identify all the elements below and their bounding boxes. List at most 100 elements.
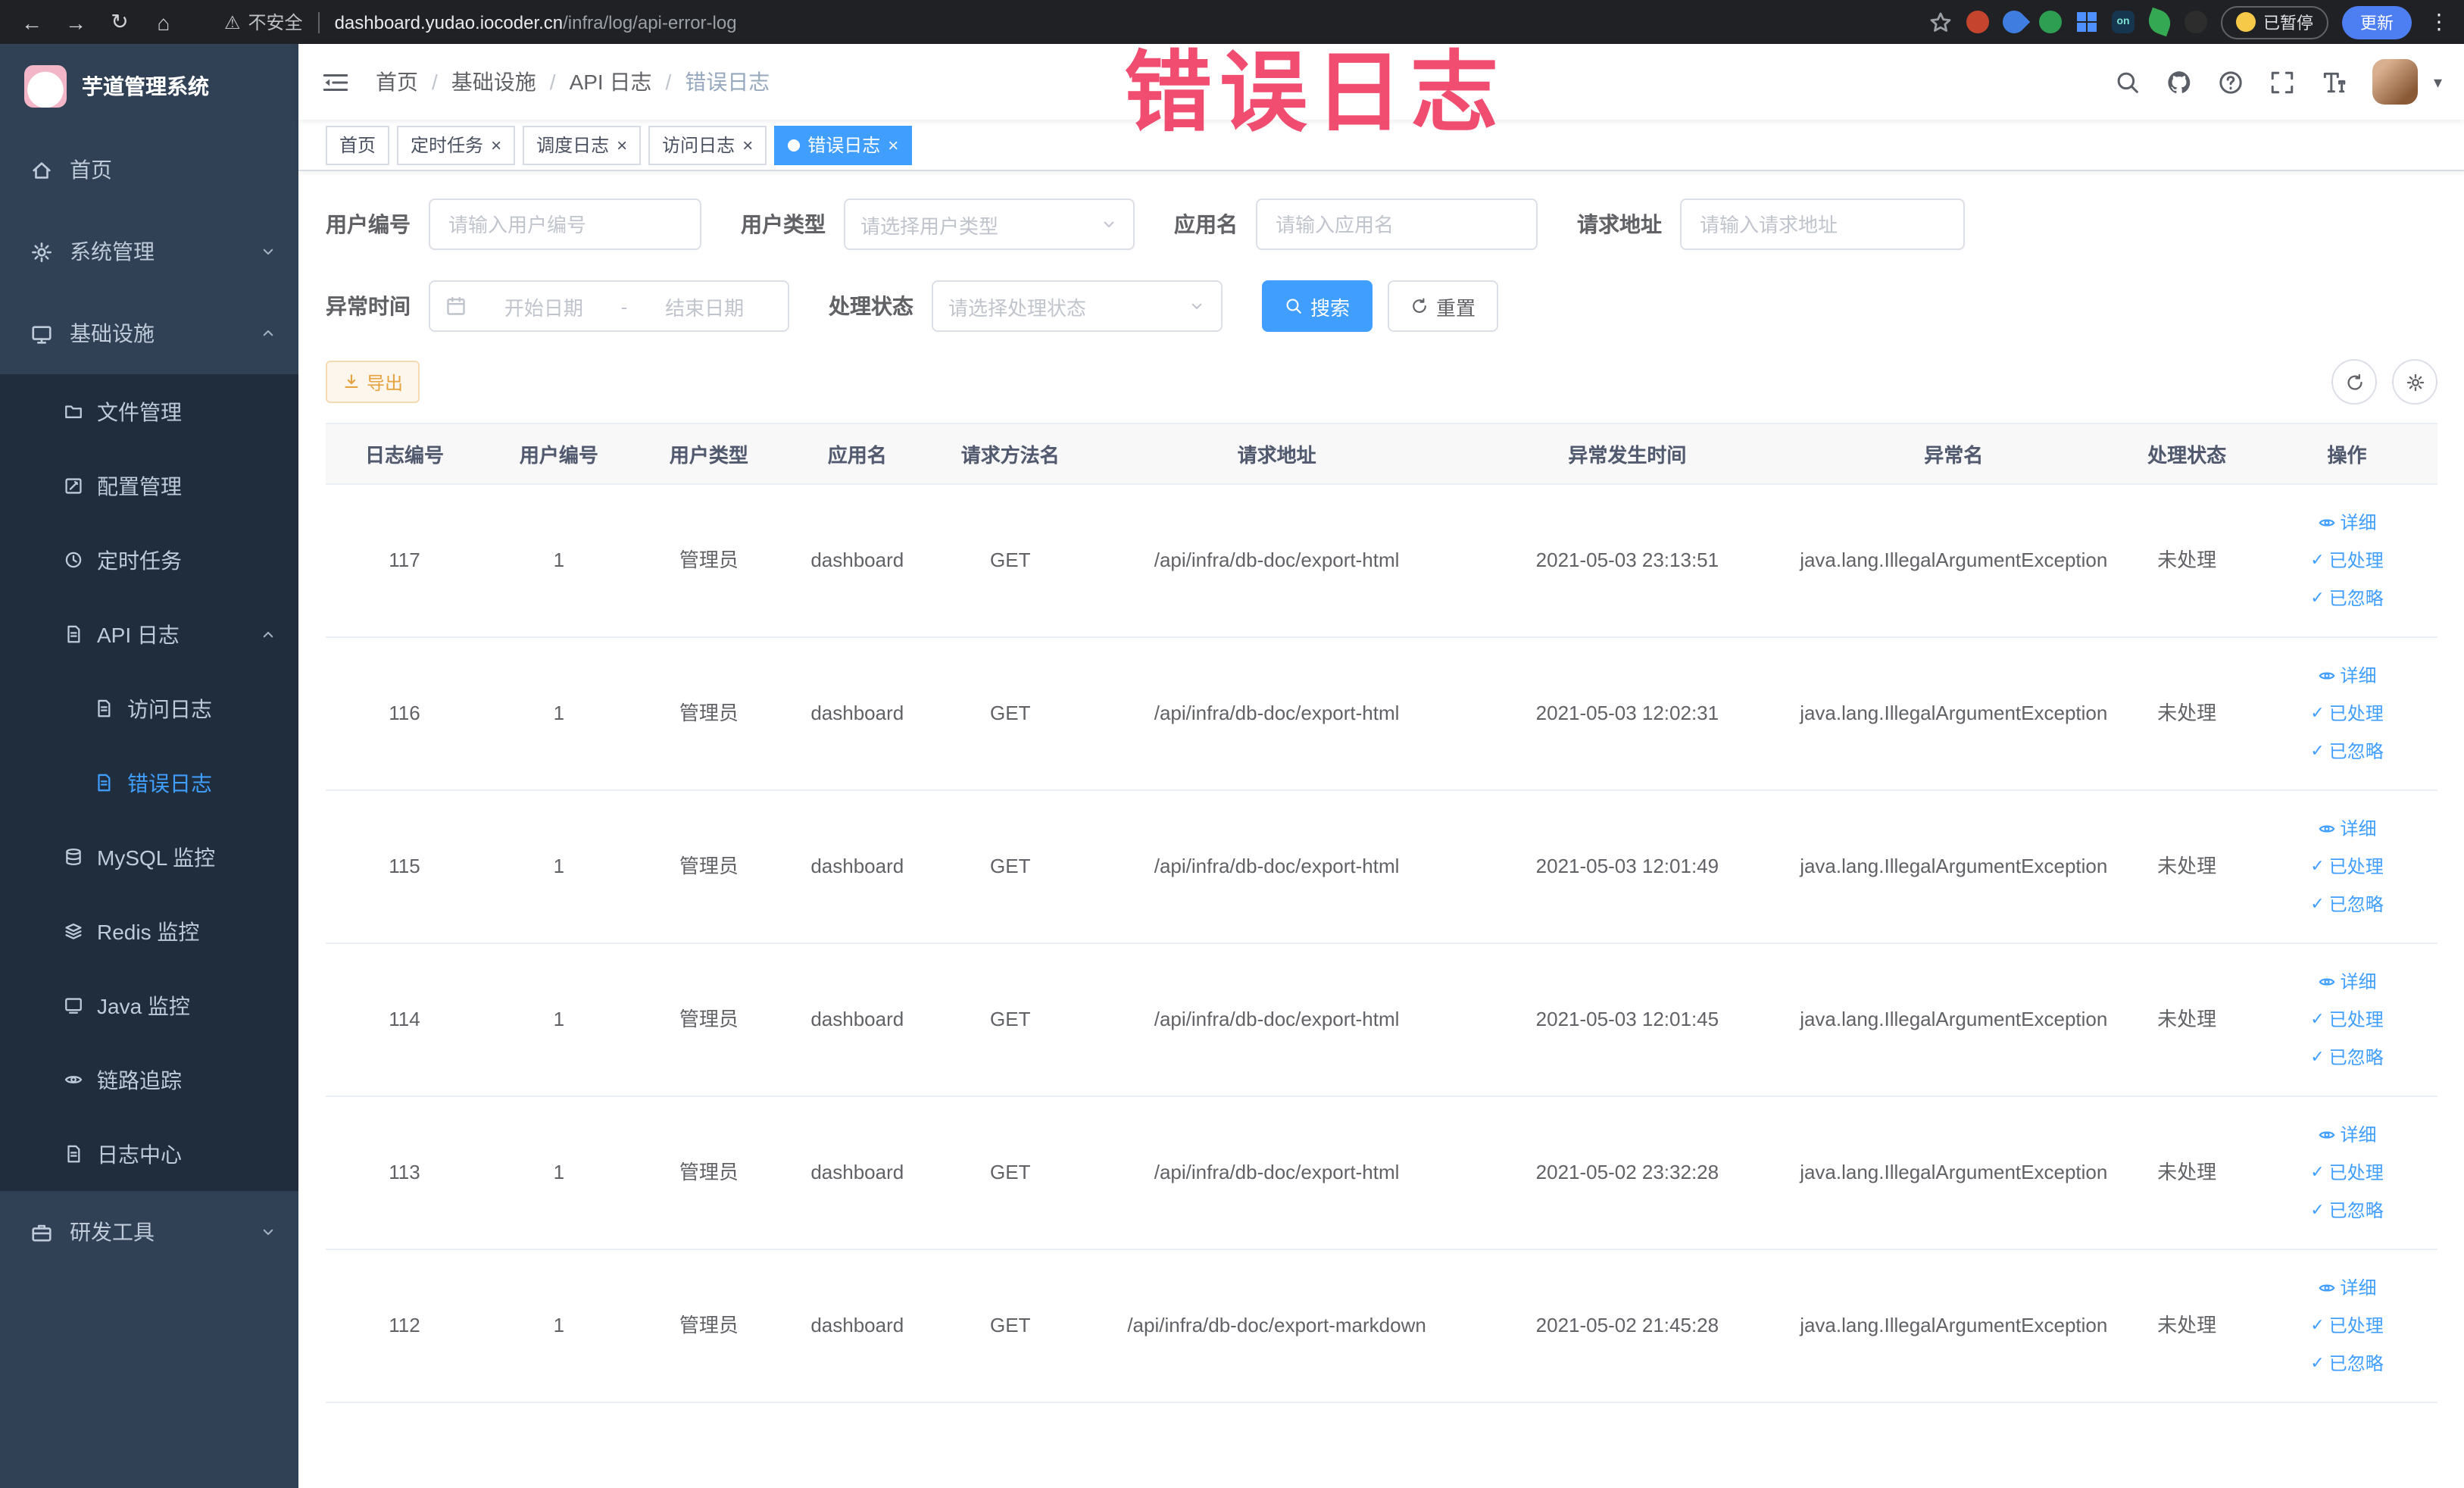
search-button[interactable]: 搜索 [1262,280,1373,332]
infra-submenu: 文件管理 配置管理 定时任务 API 日志 访问日志 错误日志 MySQL 监控… [0,374,298,1191]
column-settings-button[interactable] [2392,359,2437,405]
browser-refresh-icon[interactable]: ↻ [103,5,136,39]
reset-button[interactable]: 重置 [1388,280,1499,332]
tag-home[interactable]: 首页 [326,125,390,164]
action-ignored[interactable]: ✓ 已忽略 [2310,580,2383,617]
sidebar-item-file[interactable]: 文件管理 [0,374,298,449]
close-icon[interactable]: × [617,134,627,155]
export-button[interactable]: 导出 [326,361,420,403]
action-detail[interactable]: 详细 [2317,505,2377,541]
action-ignored[interactable]: ✓ 已忽略 [2310,886,2383,923]
address-bar[interactable]: dashboard.yudao.iocoder.cn /infra/log/ap… [335,11,737,33]
action-processed[interactable]: ✓ 已处理 [2310,542,2383,579]
paused-badge[interactable]: 已暂停 [2221,5,2328,39]
action-processed[interactable]: ✓ 已处理 [2310,1002,2383,1038]
request-url-input[interactable] [1680,199,1965,250]
filter-row-2: 异常时间 开始日期 - 结束日期 处理状态 请选择处理状态 搜索 重置 [326,280,2437,332]
sidebar-item-dev-tools[interactable]: 研发工具 [0,1191,298,1273]
user-avatar[interactable] [2372,59,2419,105]
action-processed[interactable]: ✓ 已处理 [2310,696,2383,732]
site-security[interactable]: ⚠ 不安全 [224,9,303,35]
cell-url: /api/infra/db-doc/export-html [1154,1008,1400,1031]
caret-down-icon[interactable]: ▾ [2434,72,2442,92]
user-type-select[interactable]: 请选择用户类型 [844,199,1135,250]
breadcrumb-separator: / [665,70,672,94]
tag-error-log[interactable]: 错误日志 × [774,125,913,164]
tag-job-log[interactable]: 调度日志 × [523,125,642,164]
sidebar-item-config[interactable]: 配置管理 [0,449,298,523]
tag-job[interactable]: 定时任务 × [397,125,516,164]
cell-method: GET [990,1314,1031,1337]
sidebar-item-home[interactable]: 首页 [0,129,298,211]
close-icon[interactable]: × [491,134,501,155]
sidebar-item-trace[interactable]: 链路追踪 [0,1043,298,1117]
action-detail[interactable]: 详细 [2317,811,2377,847]
process-status-select[interactable]: 请选择处理状态 [932,280,1223,332]
extension-red-icon[interactable] [1966,11,1989,33]
action-ignored[interactable]: ✓ 已忽略 [2310,733,2383,770]
sidebar-item-job[interactable]: 定时任务 [0,523,298,597]
sidebar-item-redis[interactable]: Redis 监控 [0,894,298,968]
tag-access-log[interactable]: 访问日志 × [648,125,767,164]
close-icon[interactable]: × [742,134,753,155]
filter-exception-time: 异常时间 开始日期 - 结束日期 [326,280,789,332]
close-icon[interactable]: × [888,134,898,155]
extension-green-icon[interactable] [2039,11,2062,33]
action-ignored[interactable]: ✓ 已忽略 [2310,1346,2383,1382]
sidebar-item-system[interactable]: 系统管理 [0,211,298,292]
action-detail[interactable]: 详细 [2317,1270,2377,1306]
chrome-menu-icon[interactable]: ⋮ [2428,9,2450,35]
extension-blue-drop-icon[interactable] [1997,5,2031,39]
search-icon[interactable] [2116,69,2141,95]
app-frame: 芋道管理系统 首页 系统管理 基础设施 文件管理 配置管理 定时任务 API 日… [0,44,2464,1488]
action-ignored[interactable]: ✓ 已忽略 [2310,1039,2383,1076]
browser-back-icon[interactable]: ← [15,5,48,39]
sidebar-item-access-log[interactable]: 访问日志 [0,671,298,746]
user-id-input[interactable] [429,199,701,250]
breadcrumb-item[interactable]: API 日志 [570,67,652,97]
sidebar-item-mysql[interactable]: MySQL 监控 [0,820,298,894]
date-range-picker[interactable]: 开始日期 - 结束日期 [429,280,789,332]
action-processed[interactable]: ✓ 已处理 [2310,849,2383,885]
extension-grid-icon[interactable] [2075,11,2098,33]
browser-home-icon[interactable]: ⌂ [147,5,180,39]
browser-actions: on 已暂停 更新 ⋮ [1928,5,2450,39]
refresh-icon [2347,373,2362,389]
action-detail[interactable]: 详细 [2317,658,2377,694]
cell-method: GET [990,702,1031,725]
cell-actions: 详细 ✓ 已处理 ✓ 已忽略 [2256,1117,2437,1229]
cell-log-id: 112 [389,1314,420,1337]
action-processed[interactable]: ✓ 已处理 [2310,1308,2383,1344]
app-name-input[interactable] [1256,199,1538,250]
bookmark-star-icon[interactable] [1928,10,1953,34]
sidebar-item-api-log[interactable]: API 日志 [0,597,298,671]
breadcrumb-item[interactable]: 基础设施 [451,67,536,97]
action-ignored[interactable]: ✓ 已忽略 [2310,1193,2383,1229]
app-logo[interactable]: 芋道管理系统 [0,44,298,129]
sidebar-item-infra[interactable]: 基础设施 [0,292,298,374]
github-icon[interactable] [2167,69,2193,95]
table-row: 112 1 管理员 dashboard GET /api/infra/db-do… [326,1250,2437,1403]
action-processed[interactable]: ✓ 已处理 [2310,1155,2383,1191]
paused-label: 已暂停 [2263,14,2313,33]
chevron-up-icon [263,630,273,637]
breadcrumb-item[interactable]: 首页 [376,67,418,97]
fullscreen-icon[interactable] [2270,69,2296,95]
help-icon[interactable] [2219,69,2244,95]
sidebar-item-error-log[interactable]: 错误日志 [0,746,298,820]
sidebar-item-log-center[interactable]: 日志中心 [0,1117,298,1191]
refresh-table-button[interactable] [2331,359,2377,405]
chrome-update-button[interactable]: 更新 [2342,5,2412,39]
action-detail[interactable]: 详细 [2317,964,2377,1000]
browser-forward-icon[interactable]: → [59,5,92,39]
eye-icon [2319,978,2334,986]
font-size-icon[interactable] [2322,69,2347,95]
extension-leaf-icon[interactable] [2144,7,2175,37]
action-detail[interactable]: 详细 [2317,1117,2377,1153]
sidebar-item-java[interactable]: Java 监控 [0,968,298,1043]
extension-dark-icon[interactable] [2184,11,2207,33]
extension-on-icon[interactable]: on [2112,11,2135,33]
eye-icon [2319,1131,2334,1139]
eye-icon [2319,1284,2334,1292]
hamburger-icon[interactable] [321,69,350,95]
